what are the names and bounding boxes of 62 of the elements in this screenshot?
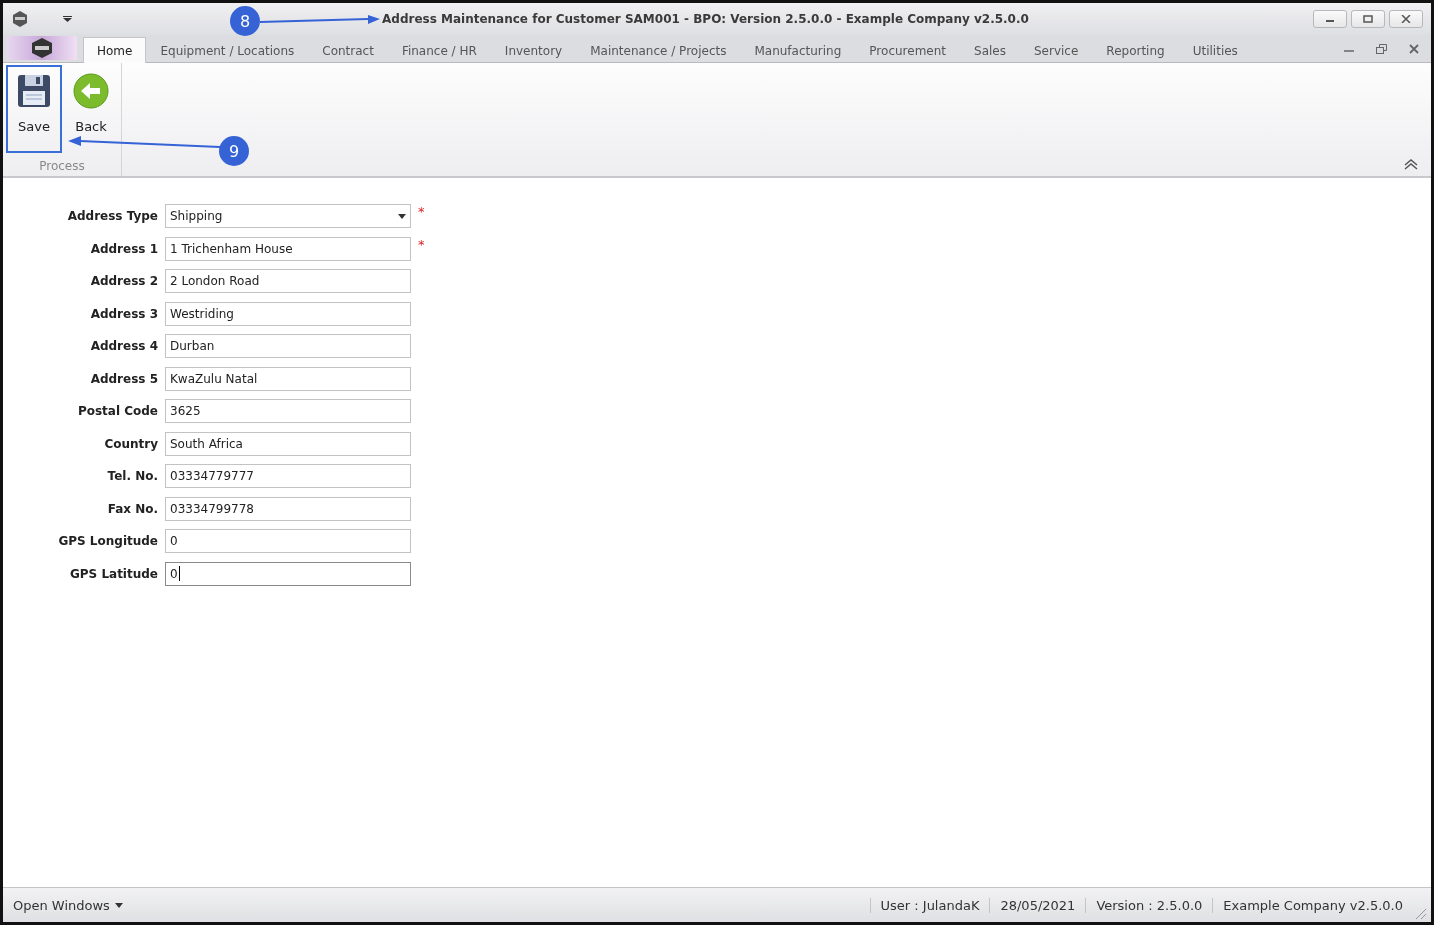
field-label: Address 1 [89,241,158,256]
input-field[interactable]: 03334779777 [165,464,411,488]
field-label: Address 5 [89,371,158,386]
maximize-icon [1363,15,1373,23]
input-field[interactable]: 3625 [165,399,411,423]
dropdown-caret-icon[interactable] [63,16,72,22]
maximize-button[interactable] [1351,10,1385,28]
open-windows-menu[interactable]: Open Windows [3,897,133,913]
field-label: GPS Longitude [57,534,158,548]
restore-icon[interactable] [1376,44,1387,54]
app-logo-icon [11,10,29,28]
field-label: Address 4 [89,339,158,353]
ribbon-tab[interactable]: Reporting [1092,37,1179,63]
ribbon-group-label: Process [38,159,86,173]
window-title: Address Maintenance for Customer SAM001 - BPO: Version 2.5.0.0 - Example Company v2.5.0.0 [382,12,1029,26]
field-label: Tel. No. [106,469,158,483]
ribbon-tab[interactable]: Inventory [490,37,577,63]
ribbon-tab[interactable]: Service [1020,37,1093,63]
required-asterisk: * [418,236,426,252]
input-field[interactable]: Durban [165,334,411,358]
save-button[interactable]: Save [6,65,62,153]
ribbon-tab[interactable]: Equipment / Locations [146,37,309,63]
ribbon-tab[interactable]: Home [83,37,147,63]
resize-grip-icon[interactable] [1413,906,1427,920]
field-label: Country [103,436,158,451]
input-field[interactable]: South Africa [165,431,411,456]
minimize-button[interactable] [1313,10,1347,28]
close-icon[interactable] [1409,44,1419,54]
back-button[interactable]: Back [66,65,116,153]
status-bar-item: 28/05/2021 [989,897,1086,913]
close-icon [1401,15,1411,23]
collapse-ribbon-icon[interactable] [1403,158,1419,170]
field-label: Address 3 [89,306,158,321]
status-bar-item: Version : 2.5.0.0 [1085,897,1213,913]
input-field[interactable]: Westriding [165,301,411,326]
ribbon-tab[interactable]: Contract [308,37,388,63]
status-bar-item: Example Company v2.5.0.0 [1212,897,1413,913]
required-asterisk: * [418,204,426,219]
app-logo-icon [30,37,54,59]
input-field[interactable]: 0 [165,561,411,586]
caret-icon [398,213,406,219]
ribbon-tab[interactable]: Utilities [1178,37,1252,63]
ribbon-tab[interactable]: Maintenance / Projects [576,37,741,63]
close-button[interactable] [1389,10,1423,28]
field-label: Address 2 [89,274,158,288]
status-bar-item: User : JulandaK [869,897,990,913]
dropdown-field[interactable]: Shipping [165,204,411,228]
input-field[interactable]: 2 London Road [165,269,411,293]
caret-icon [114,902,123,908]
application-menu-button[interactable] [7,36,77,60]
input-field[interactable]: 1 Trichenham House [165,236,411,261]
ribbon-tab[interactable]: Sales [960,37,1020,63]
input-field[interactable]: 03334799778 [165,496,411,521]
ribbon-tab[interactable]: Finance / HR [387,37,491,63]
field-label: Postal Code [76,404,158,418]
ribbon-tab[interactable]: Manufacturing [740,37,856,63]
input-field[interactable]: KwaZulu Natal [165,366,411,391]
input-field[interactable]: 0 [165,529,411,553]
field-label: Address Type [66,209,158,223]
ribbon-tab[interactable]: Procurement [855,37,961,63]
field-label: Fax No. [106,501,158,516]
field-label: GPS Latitude [68,566,158,581]
